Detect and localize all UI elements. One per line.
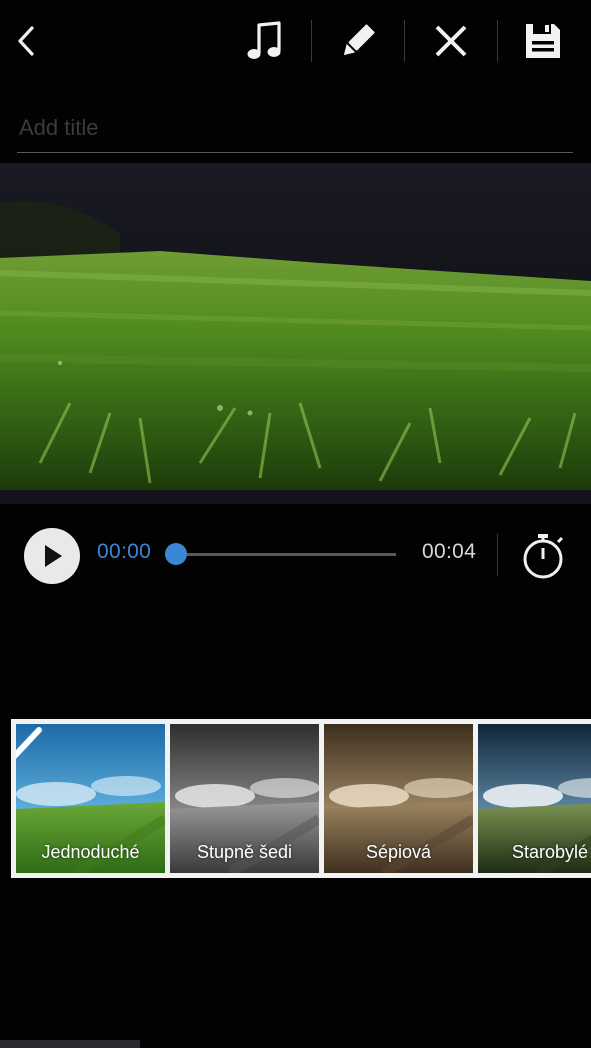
current-time: 00:00: [97, 540, 152, 563]
close-icon: [435, 25, 467, 57]
video-bottom-edge: [0, 490, 591, 504]
total-time: 00:04: [422, 540, 477, 563]
video-preview[interactable]: [0, 163, 591, 490]
filter-label: Starobylé: [512, 842, 589, 862]
back-button[interactable]: [6, 14, 46, 68]
back-arrow-icon: [18, 26, 34, 56]
music-button[interactable]: [238, 14, 292, 68]
toolbar-divider: [404, 20, 405, 62]
video-frame-image: [0, 163, 591, 490]
playback-divider: [497, 534, 498, 576]
play-button[interactable]: [24, 528, 80, 584]
timer-icon: [523, 534, 564, 579]
music-note-icon: [247, 21, 281, 59]
toolbar-divider: [311, 20, 312, 62]
filter-item[interactable]: Stupně šedi: [170, 724, 319, 873]
bottom-scroll-indicator: [0, 1040, 140, 1048]
close-button[interactable]: [424, 14, 478, 68]
pencil-icon: [343, 24, 375, 56]
seek-thumb[interactable]: [165, 543, 187, 565]
filter-item[interactable]: Starobylé: [478, 724, 591, 873]
title-input[interactable]: [17, 108, 577, 148]
save-icon: [526, 24, 560, 58]
edit-button[interactable]: [331, 14, 385, 68]
filter-strip: Jednoduché Stupně šedi Sépiová Starobylé: [11, 719, 591, 878]
filter-label: Jednoduché: [41, 842, 140, 862]
title-field[interactable]: [17, 108, 577, 153]
seek-bar[interactable]: [176, 553, 396, 556]
filter-label: Stupně šedi: [196, 842, 293, 862]
timer-button[interactable]: [519, 530, 569, 582]
play-icon: [45, 545, 62, 567]
filter-item[interactable]: Sépiová: [324, 724, 473, 873]
filter-label: Sépiová: [365, 842, 432, 862]
top-toolbar: [0, 0, 591, 86]
save-button[interactable]: [516, 14, 570, 68]
checkmark-icon: [16, 727, 42, 759]
toolbar-divider: [497, 20, 498, 62]
filter-item[interactable]: Jednoduché: [16, 724, 165, 873]
